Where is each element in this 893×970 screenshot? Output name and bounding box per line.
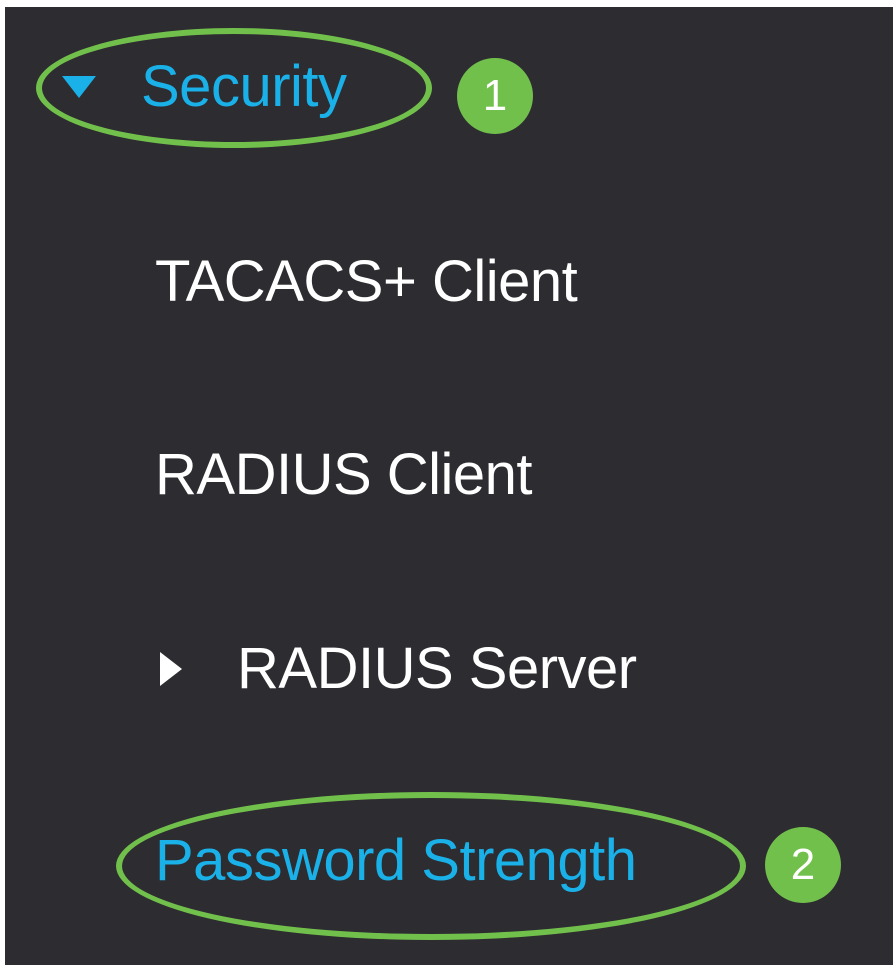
nav-item-radius-client[interactable]: RADIUS Client — [155, 440, 533, 510]
caret-right-icon[interactable] — [160, 652, 182, 686]
step-badge-2: 2 — [765, 827, 841, 903]
nav-item-password-strength[interactable]: Password Strength — [155, 826, 637, 896]
nav-item-security[interactable]: Security — [62, 52, 347, 122]
nav-item-radius-client-label: RADIUS Client — [155, 442, 533, 507]
nav-item-radius-server[interactable]: RADIUS Server — [160, 634, 637, 704]
nav-item-security-label: Security — [141, 54, 347, 119]
nav-item-tacacs-client[interactable]: TACACS+ Client — [155, 247, 578, 317]
caret-down-icon[interactable] — [62, 76, 96, 98]
nav-item-password-strength-label: Password Strength — [155, 828, 637, 893]
nav-item-radius-server-label: RADIUS Server — [237, 636, 637, 701]
step-badge-1: 1 — [457, 58, 533, 134]
nav-item-tacacs-client-label: TACACS+ Client — [155, 249, 578, 314]
